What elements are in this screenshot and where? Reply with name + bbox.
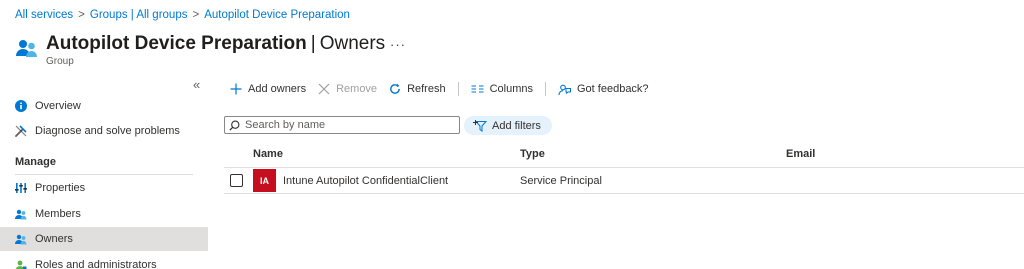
sidebar: « Overview Diagnose and solve problems M… xyxy=(0,75,208,269)
breadcrumb-groups[interactable]: Groups | All groups xyxy=(90,9,188,21)
page-title-section: Owners xyxy=(319,33,386,54)
search-box[interactable] xyxy=(224,116,460,134)
sidebar-item-label: Diagnose and solve problems xyxy=(35,125,180,137)
sidebar-divider xyxy=(15,174,193,175)
avatar: IA xyxy=(253,169,276,192)
add-owners-label: Add owners xyxy=(248,83,307,95)
sidebar-item-label: Owners xyxy=(35,233,73,245)
group-icon xyxy=(16,40,37,57)
sidebar-item-label: Roles and administrators xyxy=(35,259,157,269)
breadcrumb-separator: > xyxy=(192,9,200,21)
column-header-name[interactable]: Name xyxy=(253,148,283,160)
column-header-email[interactable]: Email xyxy=(786,148,815,160)
columns-button[interactable]: Columns xyxy=(471,83,533,95)
page-title-main: Autopilot Device Preparation xyxy=(46,33,307,54)
sidebar-item-diagnose[interactable]: Diagnose and solve problems xyxy=(0,119,208,143)
table-row-divider xyxy=(224,193,1024,194)
breadcrumb-all-services[interactable]: All services xyxy=(15,9,73,21)
search-input[interactable] xyxy=(245,119,445,131)
column-header-type[interactable]: Type xyxy=(520,148,545,160)
collapse-sidebar-icon[interactable]: « xyxy=(193,77,200,92)
toolbar-divider xyxy=(545,82,546,96)
command-bar: Add owners Remove Refresh Columns Got fe… xyxy=(230,80,661,98)
refresh-icon xyxy=(390,83,400,94)
sidebar-item-label: Members xyxy=(35,208,81,220)
add-owners-button[interactable]: Add owners xyxy=(230,83,306,95)
feedback-button[interactable]: Got feedback? xyxy=(558,83,649,96)
sidebar-item-owners[interactable]: Owners xyxy=(0,227,208,251)
close-icon xyxy=(318,83,330,95)
properties-icon xyxy=(15,182,27,194)
roles-icon xyxy=(15,259,27,269)
info-icon xyxy=(15,100,27,112)
sidebar-item-label: Properties xyxy=(35,182,86,194)
owner-name[interactable]: Intune Autopilot ConfidentialClient xyxy=(283,175,448,187)
title-divider: | xyxy=(310,33,316,54)
refresh-button[interactable]: Refresh xyxy=(389,83,446,95)
toolbar-divider xyxy=(457,82,459,96)
sidebar-item-overview[interactable]: Overview xyxy=(0,94,208,118)
breadcrumb-separator: > xyxy=(78,9,85,21)
sidebar-item-label: Overview xyxy=(35,100,81,112)
page-title: Autopilot Device Preparation | Owners xyxy=(46,33,385,55)
columns-label: Columns xyxy=(489,83,533,95)
remove-button[interactable]: Remove xyxy=(318,83,377,95)
remove-label: Remove xyxy=(336,83,378,95)
sidebar-section-manage: Manage xyxy=(15,156,56,168)
add-filters-label: Add filters xyxy=(492,119,541,132)
more-options-button[interactable]: ··· xyxy=(390,37,406,52)
sidebar-item-properties[interactable]: Properties xyxy=(0,176,208,200)
sidebar-item-roles[interactable]: Roles and administrators xyxy=(0,253,208,269)
members-icon xyxy=(15,208,27,220)
row-checkbox[interactable] xyxy=(230,174,243,187)
filter-add-icon xyxy=(473,119,487,132)
add-filters-button[interactable]: Add filters xyxy=(464,116,552,135)
search-icon xyxy=(229,120,240,131)
page-subtitle: Group xyxy=(46,56,74,67)
feedback-label: Got feedback? xyxy=(577,83,649,95)
sidebar-item-members[interactable]: Members xyxy=(0,202,208,226)
owners-icon xyxy=(15,233,27,245)
table-row[interactable]: IA Intune Autopilot ConfidentialClient S… xyxy=(224,168,1024,193)
columns-icon xyxy=(471,85,484,93)
feedback-icon xyxy=(558,84,571,95)
plus-icon xyxy=(230,83,242,95)
breadcrumb-group-name[interactable]: Autopilot Device Preparation xyxy=(204,9,350,21)
refresh-label: Refresh xyxy=(407,83,446,95)
breadcrumb: All services > Groups | All groups > Autopil… xyxy=(15,9,350,21)
page-header: Autopilot Device Preparation | Owners Grou… xyxy=(15,33,385,69)
owner-type: Service Principal xyxy=(520,175,602,187)
wrench-icon xyxy=(15,125,27,137)
